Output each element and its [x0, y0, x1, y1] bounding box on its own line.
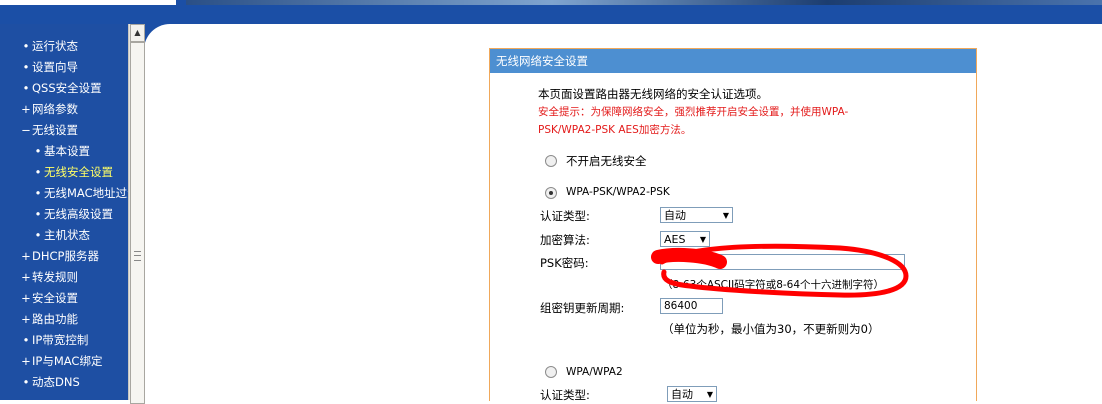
- option-wpa-wpa2-label: WPA/WPA2: [566, 366, 623, 378]
- group-key-renew-label: 组密钥更新周期:: [540, 301, 625, 315]
- sidebar-item-label: 安全设置: [32, 291, 78, 305]
- sidebar-item-status[interactable]: • 运行状态: [20, 36, 78, 57]
- sidebar-item-qss[interactable]: • QSS安全设置: [20, 78, 102, 99]
- sidebar-item-label: DHCP服务器: [32, 249, 99, 263]
- sidebar-item-dhcp[interactable]: +DHCP服务器: [20, 246, 99, 267]
- expand-icon: +: [21, 249, 31, 263]
- bullet-icon: •: [34, 165, 42, 179]
- option-no-security-label: 不开启无线安全: [566, 154, 647, 168]
- wireless-security-panel: 无线网络安全设置 本页面设置路由器无线网络的安全认证选项。 安全提示：为保障网络…: [489, 48, 977, 402]
- security-warning-line2: PSK/WPA2-PSK AES加密方法。: [538, 124, 692, 136]
- sidebar-item-label: 无线高级设置: [44, 207, 113, 221]
- sidebar-item-security[interactable]: +安全设置: [20, 288, 78, 309]
- sidebar-item-label: 路由功能: [32, 312, 78, 326]
- expand-icon: +: [21, 354, 31, 368]
- wpa-auth-type-label: 认证类型:: [540, 388, 590, 402]
- top-banner: [0, 0, 1102, 24]
- banner-logo-strip: [0, 0, 176, 5]
- expand-icon: +: [21, 102, 31, 116]
- bullet-icon: •: [34, 207, 42, 221]
- sidebar-item-label: 网络参数: [32, 102, 78, 116]
- scroll-thumb[interactable]: [130, 42, 145, 404]
- sidebar-item-wireless[interactable]: −无线设置: [20, 120, 78, 141]
- grip-icon: [134, 251, 141, 261]
- bullet-icon: •: [34, 144, 42, 158]
- chevron-down-icon: ▼: [699, 235, 706, 244]
- sidebar-item-wizard[interactable]: • 设置向导: [20, 57, 78, 78]
- sidebar-item-ip-mac-binding[interactable]: +IP与MAC绑定: [20, 351, 102, 372]
- radio-no-security[interactable]: [545, 155, 557, 167]
- sidebar-scrollbar[interactable]: ▲: [128, 24, 145, 404]
- security-warning-line1: 安全提示：为保障网络安全，强烈推荐开启安全设置，并使用WPA-: [538, 106, 849, 118]
- radio-wpa-psk[interactable]: [545, 187, 557, 199]
- psk-hint: （8-63个ASCII码字符或8-64个十六进制字符）: [662, 279, 885, 291]
- sidebar-item-host-status[interactable]: • 主机状态: [32, 225, 90, 246]
- bullet-icon: •: [22, 333, 30, 347]
- bullet-icon: •: [22, 81, 30, 95]
- sidebar-item-wireless-advanced[interactable]: • 无线高级设置: [32, 204, 113, 225]
- scroll-up-arrow-icon[interactable]: ▲: [130, 24, 145, 42]
- sidebar-item-label: 动态DNS: [32, 375, 80, 389]
- sidebar-item-label: IP带宽控制: [32, 333, 89, 347]
- bullet-icon: •: [34, 228, 42, 242]
- auth-type-value: 自动: [664, 209, 686, 222]
- sidebar-item-routing[interactable]: +路由功能: [20, 309, 78, 330]
- banner-image-strip: [186, 0, 1102, 5]
- sidebar-item-label: QSS安全设置: [32, 81, 102, 95]
- sidebar-item-wireless-security[interactable]: • 无线安全设置: [32, 162, 113, 183]
- chevron-down-icon: ▼: [722, 211, 729, 220]
- sidebar-item-mac-filter[interactable]: •无线MAC地址过滤: [32, 183, 128, 204]
- option-wpa-psk-label: WPA-PSK/WPA2-PSK: [566, 186, 670, 198]
- sidebar-menu: • 运行状态 • 设置向导 • QSS安全设置 +网络参数 −无线设置 • 基本设置 •…: [0, 24, 128, 400]
- radio-wpa-wpa2[interactable]: [545, 366, 557, 378]
- bullet-icon: •: [22, 39, 30, 53]
- encryption-select[interactable]: AES ▼: [660, 231, 710, 247]
- sidebar-item-label: 设置向导: [32, 60, 78, 74]
- expand-icon: +: [21, 312, 31, 326]
- sidebar-item-ddns[interactable]: • 动态DNS: [20, 372, 80, 393]
- collapse-icon: −: [21, 123, 31, 137]
- auth-type-select[interactable]: 自动 ▼: [660, 207, 733, 223]
- sidebar-item-label: 无线安全设置: [44, 165, 113, 179]
- expand-icon: +: [21, 291, 31, 305]
- sidebar-item-bandwidth[interactable]: • IP带宽控制: [20, 330, 89, 351]
- group-key-renew-hint: （单位为秒，最小值为30，不更新则为0）: [662, 322, 880, 336]
- chevron-down-icon: ▼: [706, 390, 713, 399]
- psk-password-label: PSK密码:: [540, 256, 589, 270]
- wpa-auth-type-value: 自动: [671, 388, 693, 401]
- bullet-icon: •: [22, 375, 30, 389]
- group-key-renew-field[interactable]: 86400: [660, 298, 723, 314]
- auth-type-label: 认证类型:: [540, 209, 590, 223]
- encryption-label: 加密算法:: [540, 233, 590, 247]
- bullet-icon: •: [22, 60, 30, 74]
- encryption-value: AES: [664, 233, 686, 246]
- panel-title: 无线网络安全设置: [490, 49, 976, 73]
- sidebar-item-wireless-basic[interactable]: • 基本设置: [32, 141, 90, 162]
- sidebar-item-forwarding[interactable]: +转发规则: [20, 267, 78, 288]
- intro-text: 本页面设置路由器无线网络的安全认证选项。: [538, 87, 768, 101]
- sidebar-item-label: IP与MAC绑定: [32, 354, 103, 368]
- sidebar-item-network[interactable]: +网络参数: [20, 99, 78, 120]
- sidebar-item-label: 无线设置: [32, 123, 78, 137]
- sidebar-item-label: 无线MAC地址过滤: [44, 186, 128, 200]
- sidebar-item-label: 基本设置: [44, 144, 90, 158]
- sidebar-item-label: 主机状态: [44, 228, 90, 242]
- sidebar-item-label: 转发规则: [32, 270, 78, 284]
- psk-password-field[interactable]: [660, 254, 905, 270]
- bullet-icon: •: [34, 186, 42, 200]
- sidebar-item-label: 运行状态: [32, 39, 78, 53]
- expand-icon: +: [21, 270, 31, 284]
